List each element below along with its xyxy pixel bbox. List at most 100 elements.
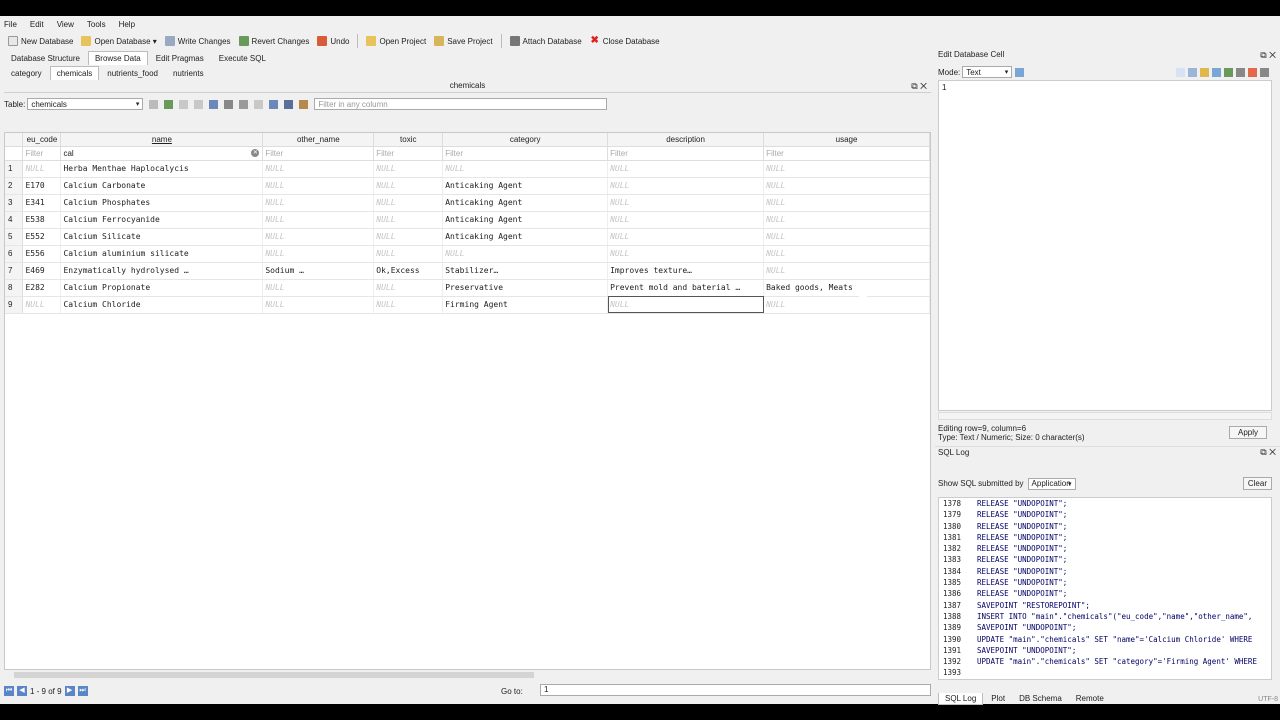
table-cell[interactable]: E170 [22, 177, 62, 195]
word-wrap-icon[interactable] [1188, 67, 1197, 77]
export-icon[interactable] [1212, 67, 1221, 77]
table-cell[interactable]: Calcium aluminium silicate [60, 245, 264, 263]
sql-log-view[interactable]: 1378 RELEASE "UNDOPOINT"; 1379 RELEASE "UND… [938, 497, 1272, 680]
filter-toxic[interactable]: Filter [373, 146, 444, 161]
table-cell[interactable]: NULL [373, 194, 444, 212]
table-cell[interactable]: NULL [607, 160, 765, 178]
table-cell[interactable]: NULL [442, 160, 609, 178]
table-select[interactable]: chemicals ▾ [27, 98, 144, 110]
previous-record-icon[interactable]: ◀ [17, 686, 27, 696]
table-row[interactable]: 6 E556 Calcium aluminium silicate NULL NULL N… [5, 245, 930, 263]
table-row[interactable]: 4 E538 Calcium Ferrocyanide NULL NULL Anticak… [5, 211, 930, 229]
clear-filter-icon[interactable]: ✕ [251, 148, 260, 157]
table-cell[interactable]: Anticaking Agent [442, 228, 609, 246]
filter-eu-code[interactable]: Filter [22, 146, 62, 161]
table-cell[interactable]: Improves texture… [607, 262, 765, 280]
table-cell[interactable]: Stabilizer… [442, 262, 609, 280]
tab-db-schema[interactable]: DB Schema [1013, 693, 1068, 705]
open-project-button[interactable]: Open Project [366, 36, 426, 46]
table-cell[interactable]: NULL [763, 245, 930, 263]
eval-icon[interactable] [1236, 67, 1245, 77]
table-cell[interactable]: E538 [22, 211, 62, 229]
table-cell[interactable]: Calcium Chloride [60, 296, 264, 314]
text-mode-icon[interactable] [1176, 67, 1185, 77]
table-cell[interactable]: NULL [442, 245, 609, 263]
table-cell[interactable]: Calcium Ferrocyanide [60, 211, 264, 229]
tab-database-structure[interactable]: Database Structure [4, 51, 87, 65]
table-cell[interactable]: Anticaking Agent [442, 194, 609, 212]
table-cell[interactable]: NULL [22, 160, 62, 178]
column-header-toxic[interactable]: toxic [373, 133, 444, 147]
horizontal-scrollbar[interactable] [4, 670, 931, 680]
filter-name[interactable]: cal ✕ [60, 146, 264, 161]
close-database-button[interactable]: ✖ Close Database [590, 36, 660, 46]
row-number[interactable]: 6 [5, 245, 24, 263]
row-number[interactable]: 8 [5, 279, 24, 297]
table-cell[interactable]: Anticaking Agent [442, 177, 609, 195]
table-cell[interactable]: E341 [22, 194, 62, 212]
menu-view[interactable]: View [57, 20, 74, 29]
filter-description[interactable]: Filter [607, 146, 765, 161]
table-cell[interactable]: NULL [607, 177, 765, 195]
table-cell[interactable]: Prevent mold and baterial … [607, 279, 765, 297]
set-null-icon[interactable] [1224, 67, 1233, 77]
table-cell[interactable]: Preservative [442, 279, 609, 297]
table-cell[interactable]: Herba Menthae Haplocalycis [60, 160, 264, 178]
table-cell[interactable]: NULL [607, 245, 765, 263]
table-row[interactable]: 5 E552 Calcium Silicate NULL NULL Anticaking … [5, 228, 930, 246]
table-cell[interactable]: Calcium Phosphates [60, 194, 264, 212]
apply-button[interactable]: Apply [1229, 426, 1268, 439]
table-cell[interactable]: Firming Agent [442, 296, 609, 314]
table-cell[interactable]: E282 [22, 279, 62, 297]
submitted-by-select[interactable]: Application ▾ [1027, 477, 1076, 490]
print-icon[interactable] [224, 99, 234, 109]
table-row[interactable]: 7 E469 Enzymatically hydrolysed … Sodium … O… [5, 262, 930, 280]
next-record-icon[interactable]: ▶ [64, 686, 75, 696]
table-row[interactable]: 2 E170 Calcium Carbonate NULL NULL Anticaking… [5, 177, 930, 195]
insert-record-icon[interactable] [239, 99, 249, 109]
column-header-usage[interactable]: usage [763, 133, 930, 147]
row-number[interactable]: 9 [5, 296, 24, 314]
table-cell[interactable]: NULL [262, 279, 375, 297]
table-cell[interactable]: NULL [763, 160, 930, 178]
table-cell[interactable]: NULL [373, 228, 444, 246]
table-cell[interactable]: NULL [763, 228, 930, 246]
tab-nutrients-food[interactable]: nutrients_food [100, 66, 165, 80]
menu-edit[interactable]: Edit [30, 20, 44, 29]
table-row[interactable]: 1 NULL Herba Menthae Haplocalycis NULL NULL N… [5, 160, 930, 178]
first-record-icon[interactable]: ⏮ [4, 686, 14, 696]
table-cell[interactable]: NULL [22, 296, 62, 314]
table-cell[interactable]: E556 [22, 245, 62, 263]
clear-cell-icon[interactable] [1248, 67, 1257, 77]
write-changes-button[interactable]: Write Changes [164, 36, 231, 46]
tab-remote[interactable]: Remote [1070, 693, 1110, 705]
table-row[interactable]: 3 E341 Calcium Phosphates NULL NULL Anticakin… [5, 194, 930, 212]
auto-format-icon[interactable] [1015, 67, 1025, 77]
row-number[interactable]: 7 [5, 262, 24, 280]
scrollbar-thumb[interactable] [14, 672, 534, 678]
font-icon[interactable] [269, 99, 279, 109]
filter-usage[interactable]: Filter [763, 146, 930, 161]
table-row[interactable]: 8 E282 Calcium Propionate NULL NULL Preservat… [5, 279, 930, 297]
editor-hscrollbar[interactable] [938, 412, 1272, 420]
table-cell[interactable]: NULL [373, 177, 444, 195]
clear-log-button[interactable]: Clear [1242, 477, 1272, 490]
table-cell[interactable]: Anticaking Agent [442, 211, 609, 229]
table-cell[interactable]: NULL [763, 177, 930, 195]
table-cell[interactable]: E552 [22, 228, 62, 246]
cell-editor[interactable]: 1 [938, 80, 1272, 411]
dock-controls[interactable]: ⧉ ✕ [1260, 50, 1276, 61]
row-number[interactable]: 4 [5, 211, 24, 229]
menu-tools[interactable]: Tools [87, 20, 106, 29]
sql-log-controls[interactable]: ⧉ ✕ [1260, 447, 1276, 458]
table-cell[interactable]: NULL [763, 296, 930, 314]
table-cell[interactable]: Calcium Carbonate [60, 177, 264, 195]
format-icon[interactable] [284, 99, 294, 109]
table-cell[interactable]: E469 [22, 262, 62, 280]
filter-category[interactable]: Filter [442, 146, 609, 161]
undo-button[interactable]: Undo [317, 36, 349, 46]
table-cell[interactable]: NULL [262, 296, 375, 314]
column-header-other-name[interactable]: other_name [262, 133, 375, 147]
palette-icon[interactable] [299, 99, 309, 109]
delete-record-icon[interactable] [254, 99, 264, 109]
